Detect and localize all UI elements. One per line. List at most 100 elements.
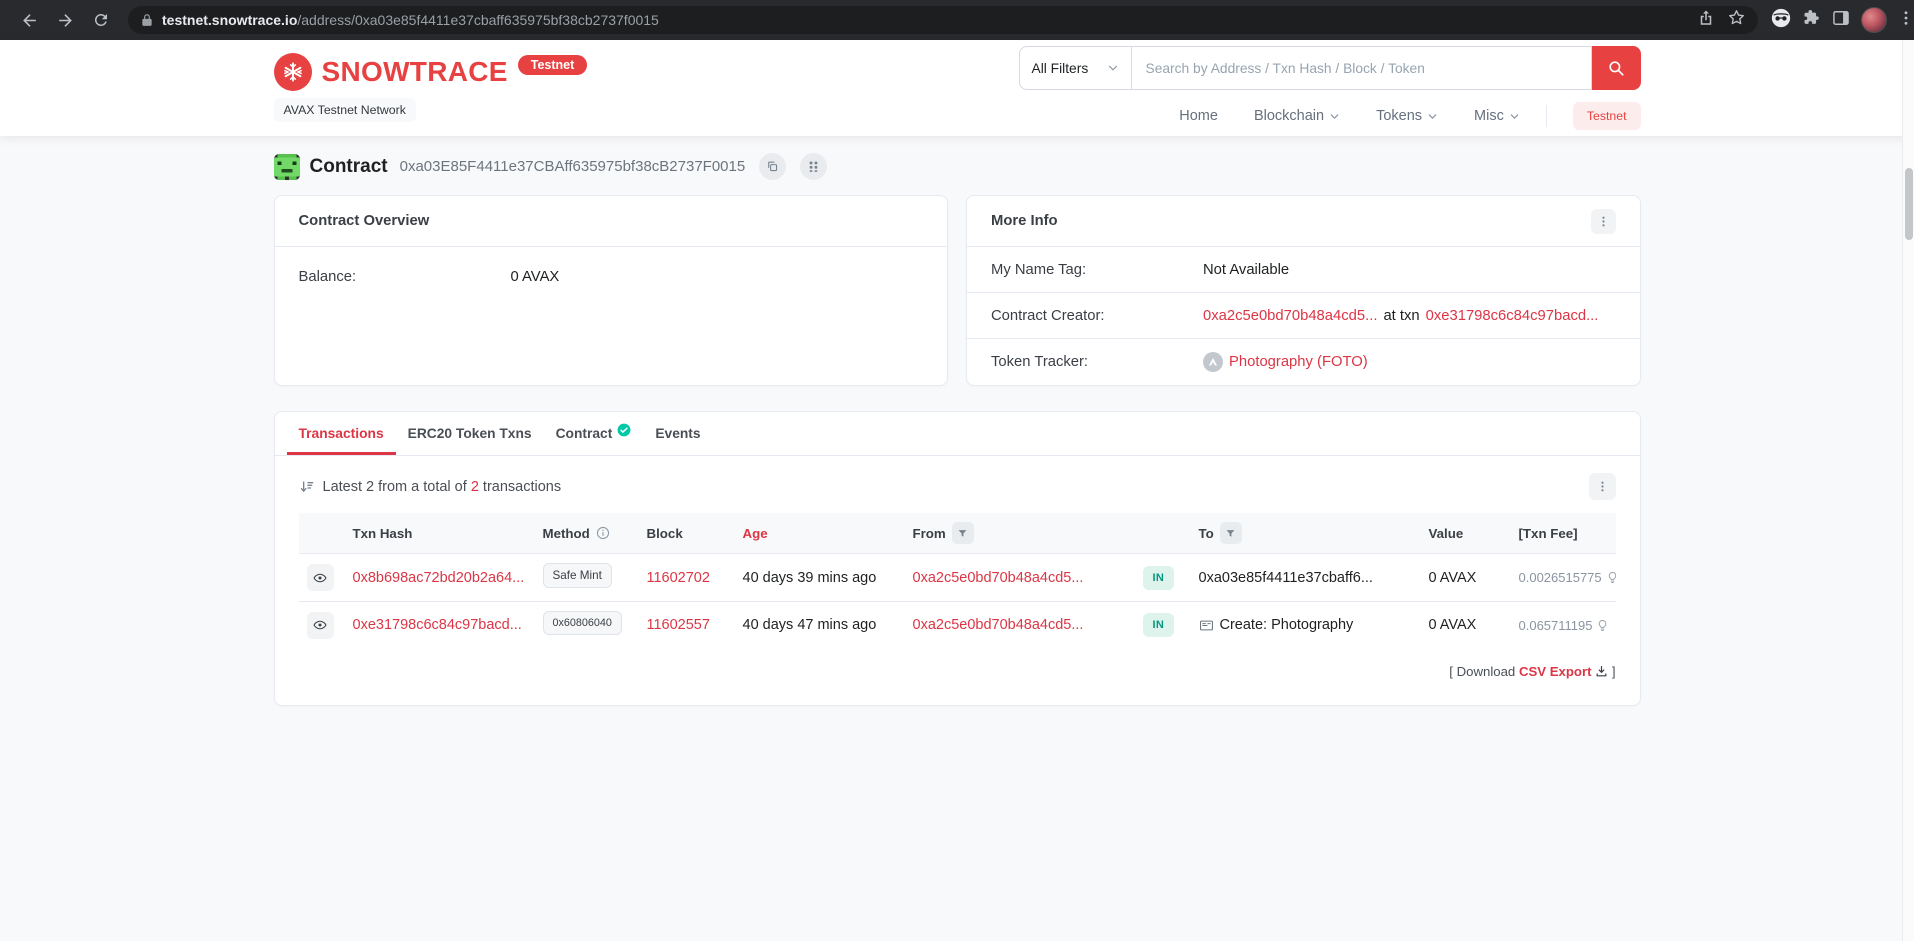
scrollbar-thumb[interactable]	[1905, 168, 1913, 240]
tab-contract[interactable]: Contract	[544, 412, 644, 455]
chevron-down-icon	[1330, 113, 1339, 119]
browser-forward-button[interactable]	[48, 3, 82, 37]
txn-hash-link[interactable]: 0xe31798c6c84c97bacd...	[353, 617, 522, 633]
brand-testnet-badge: Testnet	[517, 55, 588, 75]
direction-badge: IN	[1142, 565, 1175, 590]
brand-name: SNOWTRACE	[321, 56, 508, 87]
extension-badge-icon	[1771, 8, 1791, 27]
network-label: AVAX Testnet Network	[273, 98, 416, 122]
nav-testnet-button[interactable]: Testnet	[1572, 102, 1641, 130]
to-filter-button[interactable]	[1219, 522, 1242, 544]
col-from: From	[904, 513, 1135, 554]
txn-hash-link[interactable]: 0x8b698ac72bd20b2a64...	[353, 570, 525, 586]
extensions-menu-button[interactable]	[1802, 8, 1821, 32]
col-age[interactable]: Age	[734, 513, 905, 554]
search-input[interactable]	[1130, 46, 1592, 90]
csv-export-row: [ Download CSV Export ]	[1449, 664, 1616, 679]
name-tag-label: My Name Tag:	[991, 261, 1087, 278]
search-filter-label: All Filters	[1031, 60, 1089, 76]
main-nav: Home Blockchain Tokens Misc Testnet	[1179, 102, 1641, 130]
extension-badge-button[interactable]	[1770, 7, 1792, 34]
txn-fee-value: 0.0026515775	[1518, 570, 1602, 585]
token-tracker-link[interactable]: Photography (FOTO)	[1229, 354, 1368, 370]
nav-tokens[interactable]: Tokens	[1376, 108, 1438, 124]
col-txn-fee: [Txn Fee]	[1510, 513, 1616, 554]
contract-creator-label: Contract Creator:	[991, 307, 1105, 324]
chevron-down-icon	[1428, 113, 1437, 119]
creator-connector-text: at txn	[1383, 307, 1420, 324]
profile-avatar[interactable]	[1861, 7, 1887, 33]
block-link[interactable]: 11602557	[647, 617, 710, 633]
tab-transactions[interactable]: Transactions	[286, 412, 396, 455]
txn-fee-value: 0.065711195	[1518, 617, 1593, 633]
direction-badge: IN	[1142, 613, 1175, 637]
transactions-total-count: 2	[470, 478, 479, 495]
csv-export-link[interactable]: CSV Export	[1519, 664, 1592, 679]
more-info-card-title: More Info	[991, 213, 1058, 229]
snowtrace-logo[interactable]: SNOWTRACE Testnet	[273, 53, 588, 91]
name-tag-value: Not Available	[1203, 261, 1290, 278]
token-tracker-row: Token Tracker: Photography (FOTO)	[967, 339, 1640, 385]
value-cell: 0 AVAX	[1420, 601, 1511, 648]
qr-apps-button[interactable]	[800, 153, 828, 180]
gas-lightbulb-icon[interactable]	[1606, 571, 1616, 584]
site-header: SNOWTRACE Testnet AVAX Testnet Network A…	[0, 40, 1914, 136]
side-panel-icon	[1833, 10, 1849, 25]
copy-address-button[interactable]	[759, 153, 787, 180]
share-button[interactable]	[1697, 9, 1715, 32]
token-logo-icon	[1203, 352, 1223, 372]
col-eye	[298, 513, 345, 554]
chevron-down-icon	[1108, 65, 1117, 71]
tab-events[interactable]: Events	[643, 412, 712, 455]
search-filter-select[interactable]: All Filters	[1018, 46, 1131, 90]
search-bar: All Filters	[1018, 46, 1641, 90]
browser-back-button[interactable]	[12, 3, 46, 37]
block-link[interactable]: 11602702	[647, 570, 710, 586]
nav-misc[interactable]: Misc	[1474, 108, 1520, 124]
back-arrow-icon	[22, 13, 36, 27]
eye-icon	[313, 620, 327, 630]
side-panel-button[interactable]	[1831, 8, 1851, 33]
lock-icon	[142, 14, 152, 26]
col-txn-hash: Txn Hash	[344, 513, 535, 554]
transactions-card: Transactions ERC20 Token Txns Contract E…	[273, 411, 1641, 706]
nav-blockchain[interactable]: Blockchain	[1254, 108, 1340, 124]
search-button[interactable]	[1591, 46, 1641, 90]
contract-address: 0xa03E85F4411e37CBAff635975bf38cB2737F00…	[399, 158, 746, 175]
nav-home[interactable]: Home	[1179, 108, 1218, 124]
kebab-menu-icon	[1601, 216, 1605, 226]
page-scrollbar[interactable]	[1902, 40, 1914, 941]
from-filter-button[interactable]	[951, 522, 974, 544]
address-bar[interactable]: testnet.snowtrace.io/address/0xa03e85f44…	[128, 6, 1758, 34]
verified-check-icon	[617, 423, 631, 436]
page-title-row: Contract 0xa03E85F4411e37CBAff635975bf38…	[273, 153, 1641, 180]
tx-preview-button[interactable]	[306, 564, 334, 591]
nav-divider	[1545, 105, 1547, 127]
tx-preview-button[interactable]	[306, 611, 334, 639]
col-method: Method	[534, 513, 639, 554]
more-info-menu-button[interactable]	[1590, 208, 1616, 234]
copy-icon	[768, 161, 778, 172]
bookmark-button[interactable]	[1727, 8, 1746, 32]
grid-dots-icon	[809, 161, 818, 172]
browser-menu-button[interactable]	[1897, 9, 1914, 32]
contract-creator-row: Contract Creator: 0xa2c5e0bd70b48a4cd5..…	[967, 293, 1640, 339]
creator-txn-link[interactable]: 0xe31798c6c84c97bacd...	[1426, 308, 1599, 324]
forward-arrow-icon	[58, 13, 72, 27]
name-tag-row: My Name Tag: Not Available	[967, 247, 1640, 293]
tab-erc20-token-txns[interactable]: ERC20 Token Txns	[396, 412, 544, 455]
from-address-link[interactable]: 0xa2c5e0bd70b48a4cd5...	[913, 570, 1084, 586]
gas-lightbulb-icon[interactable]	[1596, 619, 1609, 632]
col-to: To	[1190, 513, 1421, 554]
balance-row: Balance: 0 AVAX	[299, 269, 924, 285]
filter-funnel-icon	[958, 529, 967, 537]
transactions-menu-button[interactable]	[1588, 473, 1616, 500]
from-address-link[interactable]: 0xa2c5e0bd70b48a4cd5...	[913, 617, 1084, 633]
to-address-cell: 0xa03e85f4411e37cbaff6...	[1190, 553, 1421, 602]
age-cell: 40 days 47 mins ago	[734, 601, 905, 648]
col-direction	[1134, 513, 1191, 554]
browser-reload-button[interactable]	[84, 3, 118, 37]
info-icon[interactable]	[596, 526, 610, 540]
creator-address-link[interactable]: 0xa2c5e0bd70b48a4cd5...	[1203, 308, 1377, 324]
reload-icon	[94, 14, 107, 27]
